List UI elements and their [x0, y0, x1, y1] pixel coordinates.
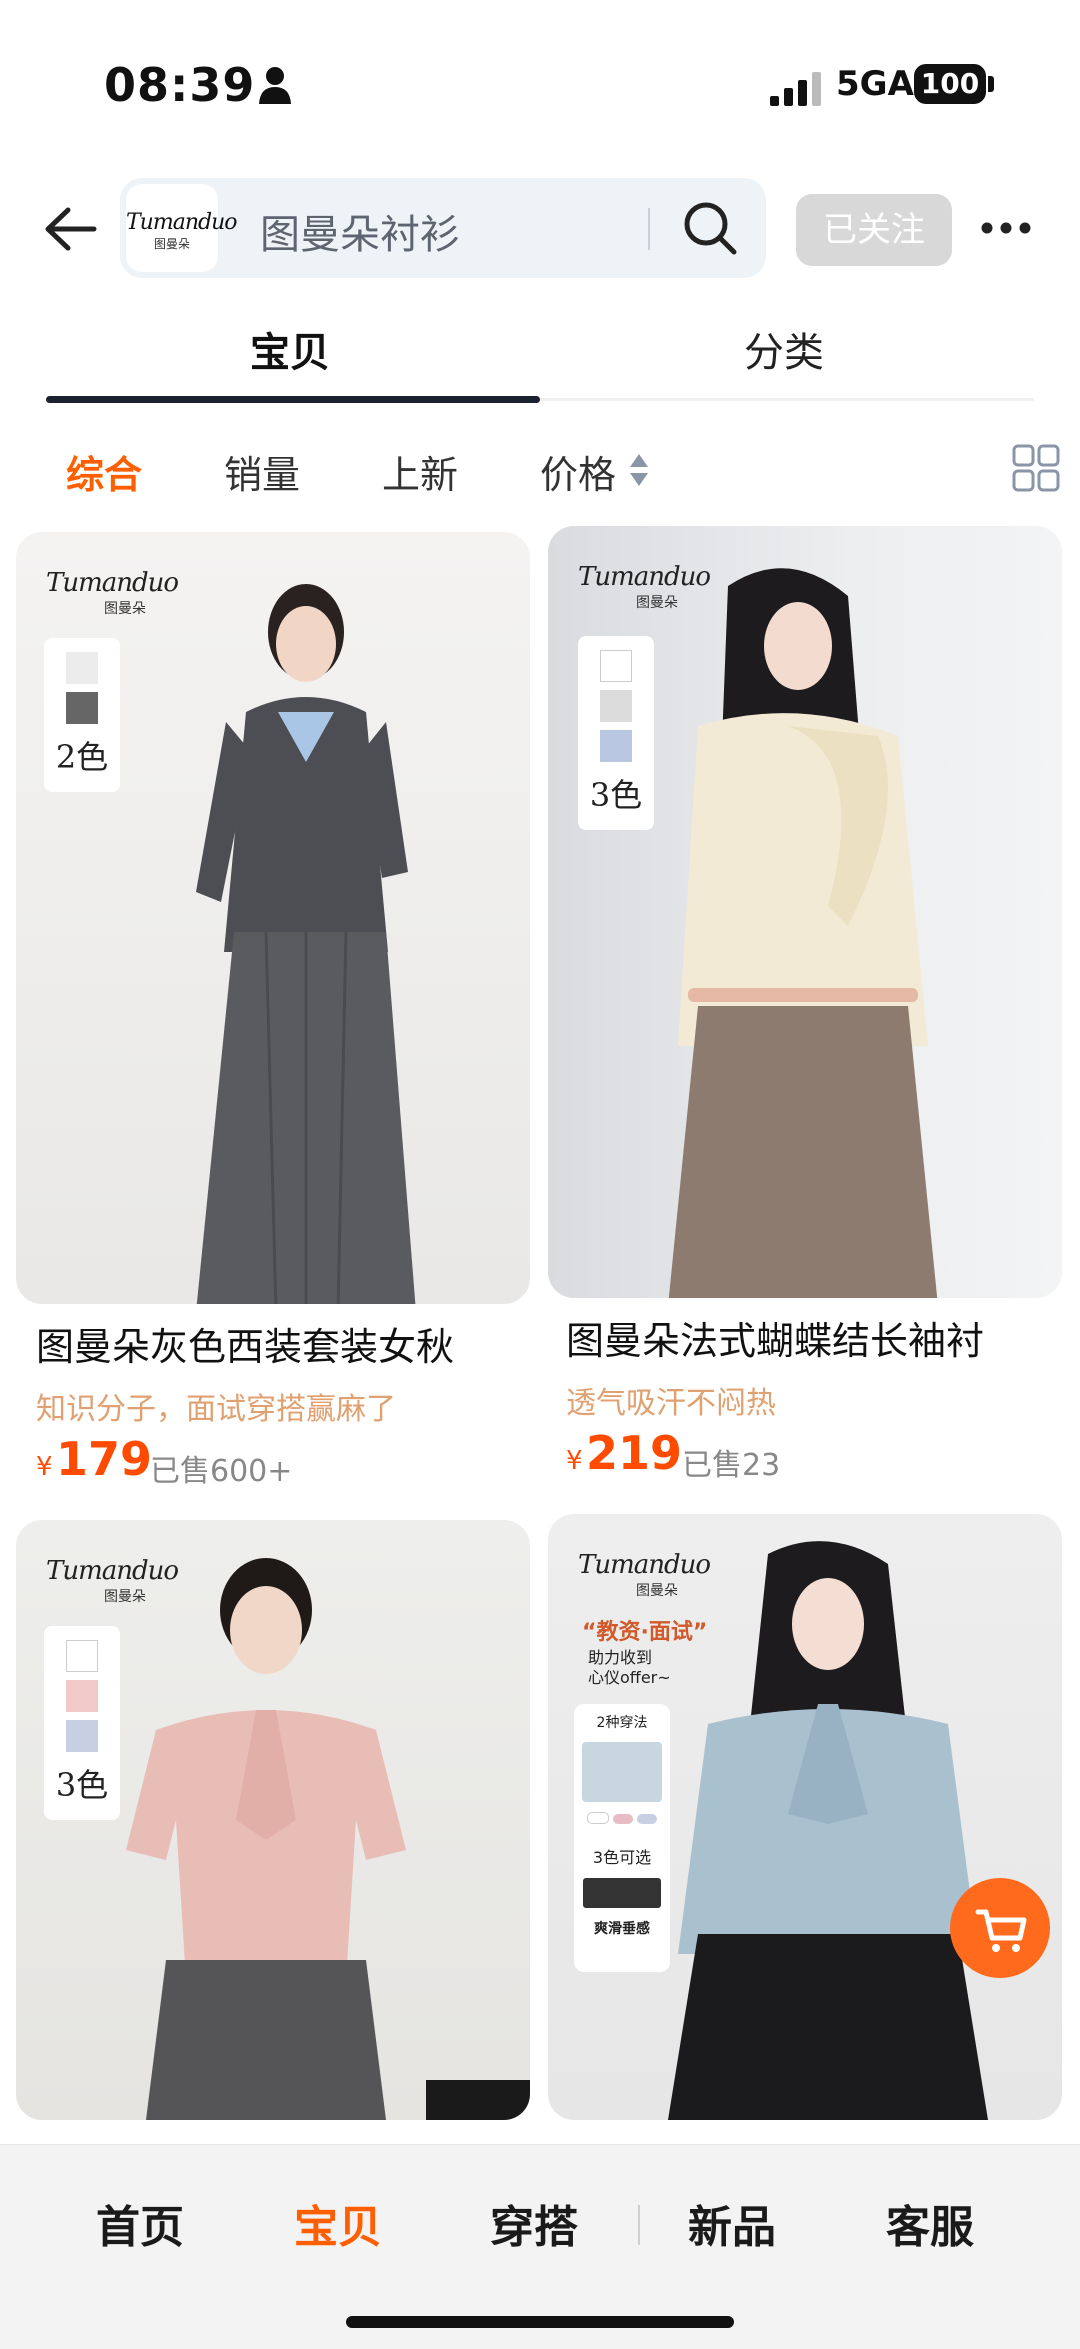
cart-icon: [975, 1909, 1027, 1952]
status-bar: 08:39 5GA 100: [0, 0, 1080, 170]
product-image-2[interactable]: Tumanduo 图曼朵 3色: [548, 526, 1062, 1298]
sort-new[interactable]: 上新: [382, 444, 458, 499]
sort-arrows-icon[interactable]: [628, 452, 650, 488]
tab-active-indicator: [46, 396, 540, 403]
person-icon: [259, 67, 291, 104]
nav-outfit[interactable]: 穿搭: [490, 2191, 578, 2255]
battery-indicator: 100: [914, 64, 986, 104]
battery-cap: [988, 76, 994, 92]
model-figure: [668, 568, 938, 1298]
sort-price[interactable]: 价格: [540, 444, 616, 499]
signal-icon: [770, 72, 821, 106]
price-currency-2: ¥: [566, 1446, 583, 1476]
nav-divider: [638, 2205, 640, 2245]
product-image-4[interactable]: Tumanduo 图曼朵 “教资·面试” 助力收到 心仪offer~ 2种穿法 …: [548, 1514, 1062, 2120]
search-input[interactable]: 图曼朵衬衫: [260, 202, 460, 260]
search-divider: [648, 208, 650, 250]
product-title-2[interactable]: 图曼朵法式蝴蝶结长袖衬: [566, 1310, 984, 1365]
back-arrow-icon[interactable]: [40, 204, 100, 254]
nav-products[interactable]: 宝贝: [294, 2191, 382, 2255]
price-currency-1: ¥: [36, 1452, 53, 1482]
nav-customer-service[interactable]: 客服: [886, 2191, 974, 2255]
tab-products[interactable]: 宝贝: [250, 320, 330, 378]
model-figure: [196, 584, 416, 1304]
product-sold-2: 已售23: [682, 1448, 781, 1483]
grid-view-icon[interactable]: [1012, 444, 1060, 492]
shop-logo[interactable]: Tumanduo 图曼朵: [126, 184, 238, 272]
nav-home[interactable]: 首页: [96, 2191, 184, 2255]
product-price-2: 219: [586, 1426, 683, 1480]
product-title-1[interactable]: 图曼朵灰色西装套装女秋: [36, 1316, 454, 1371]
network-type: 5GA: [836, 64, 914, 104]
sort-all[interactable]: 综合: [66, 444, 142, 499]
model-figure: [668, 1541, 988, 2120]
product-image-1[interactable]: Tumanduo 图曼朵 2色: [16, 532, 530, 1304]
home-indicator: [346, 2316, 734, 2328]
search-icon[interactable]: [682, 200, 738, 256]
status-time: 08:39: [104, 58, 256, 112]
sort-sales[interactable]: 销量: [224, 444, 300, 499]
product-subtitle-1: 知识分子，面试穿搭赢麻了: [36, 1392, 396, 1427]
product-subtitle-2: 透气吸汗不闷热: [566, 1386, 776, 1421]
shop-logo-text: Tumanduo: [126, 210, 238, 235]
product-price-1: 179: [56, 1432, 153, 1486]
product-image-3[interactable]: Tumanduo 图曼朵 3色: [16, 1520, 530, 2120]
add-to-cart-button[interactable]: [950, 1878, 1050, 1978]
model-figure: [126, 1558, 530, 2120]
follow-button[interactable]: 已关注: [796, 194, 952, 266]
tab-category[interactable]: 分类: [744, 320, 824, 378]
nav-new-arrivals[interactable]: 新品: [688, 2191, 776, 2255]
more-options-icon[interactable]: [980, 220, 1032, 236]
product-sold-1: 已售600+: [150, 1454, 293, 1489]
search-bar[interactable]: Tumanduo 图曼朵 图曼朵衬衫: [120, 178, 766, 278]
shop-logo-cn: 图曼朵: [153, 237, 190, 251]
